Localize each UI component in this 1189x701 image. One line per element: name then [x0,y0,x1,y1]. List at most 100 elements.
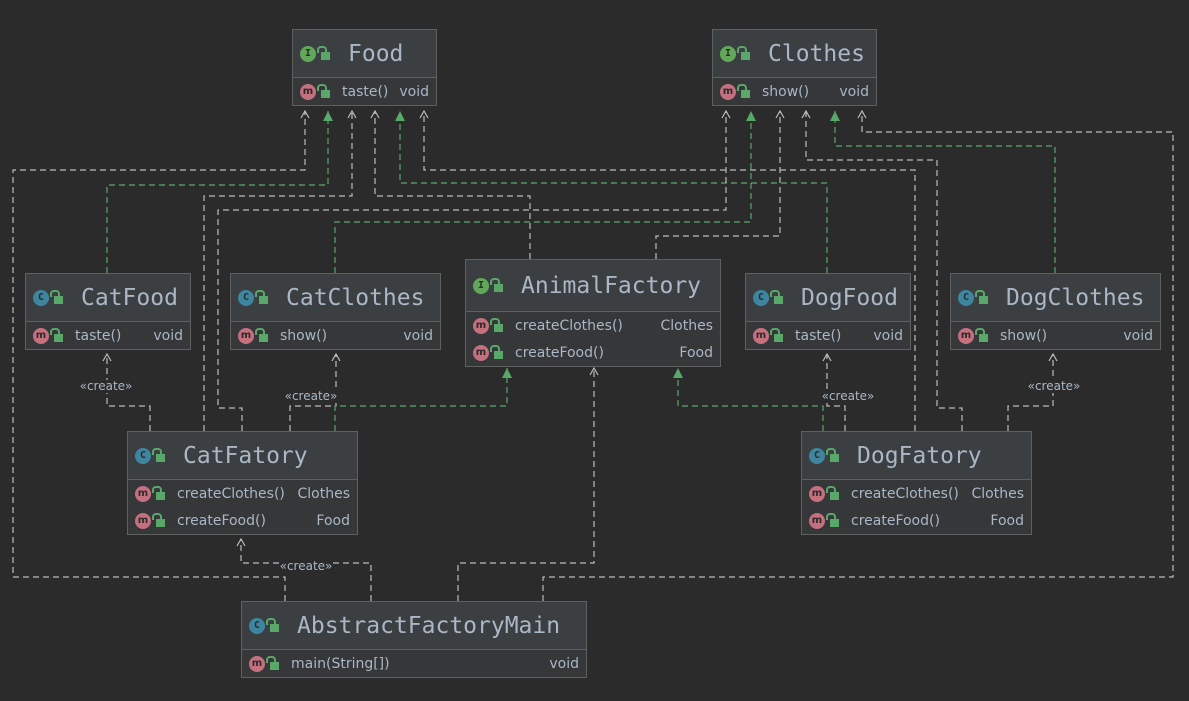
public-lock-icon [266,617,279,632]
method-name: show() [762,83,810,100]
class-catfatory[interactable]: C CatFatory m createClothes() Clothes m create… [127,431,358,535]
class-header[interactable]: C CatFood [26,274,190,322]
class-catfood[interactable]: C CatFood m taste() void [25,273,191,350]
class-main[interactable]: C AbstractFactoryMain m main(String[]) void [241,601,587,678]
method-return-type: void [839,83,869,100]
method-name: createClothes() [177,485,285,502]
method-row[interactable]: m taste() void [746,322,910,349]
class-icon: C [958,289,974,306]
method-return-type: void [1123,327,1153,344]
method-name: taste() [795,327,842,344]
class-clothes[interactable]: I Clothes m show() void [712,29,877,106]
public-lock-icon [975,289,988,304]
class-dogfatory[interactable]: C DogFatory m createClothes() Clothes m create… [801,431,1032,535]
class-header[interactable]: C DogClothes [951,274,1160,322]
method-icon: m [249,655,265,672]
public-lock-icon [266,655,279,670]
method-icon: m [33,327,49,344]
edge-label-create: «create» [79,379,133,393]
method-name: createClothes() [851,485,959,502]
method-row[interactable]: m createFood() Food [466,339,720,366]
method-icon: m [809,485,825,502]
method-row[interactable]: m show() void [231,322,440,349]
edge-catfatory-implements-animalfactory [334,368,512,431]
method-row[interactable]: m main(String[]) void [242,650,586,677]
method-icon: m [135,512,151,529]
method-row[interactable]: m taste() void [293,78,436,105]
interface-icon: I [473,277,489,294]
public-lock-icon [826,512,839,527]
method-name: createFood() [177,512,266,529]
class-catclothes[interactable]: C CatClothes m show() void [230,273,441,350]
class-name: AnimalFactory [521,272,702,299]
method-row[interactable]: m show() void [951,322,1160,349]
method-row[interactable]: m createFood() Food [128,507,357,534]
method-icon: m [753,327,769,344]
public-lock-icon [770,289,783,304]
class-name: DogFatory [857,442,982,469]
class-name: Clothes [768,40,865,67]
class-icon: C [238,289,254,306]
public-lock-icon [152,485,165,500]
method-row[interactable]: m show() void [713,78,876,105]
edge-dogfood-implements-food [395,111,828,273]
method-row[interactable]: m taste() void [26,322,190,349]
edge-label-create: «create» [1027,379,1081,393]
class-name: CatFatory [183,442,308,469]
edge-label-create: «create» [279,559,333,573]
class-header[interactable]: I Food [293,30,436,78]
class-name: AbstractFactoryMain [297,612,561,639]
public-lock-icon [152,512,165,527]
edge-dogclothes-implements-clothes [830,111,1056,273]
method-icon: m [300,83,316,100]
method-row[interactable]: m createClothes() Clothes [128,480,357,507]
method-name: main(String[]) [291,655,390,672]
public-lock-icon [490,277,503,292]
method-name: show() [1000,327,1048,344]
class-header[interactable]: C CatFatory [128,432,357,480]
class-dogclothes[interactable]: C DogClothes m show() void [950,273,1161,350]
method-return-type: Food [990,512,1024,529]
interface-icon: I [720,45,736,62]
method-name: taste() [75,327,122,344]
public-lock-icon [975,327,988,342]
interface-icon: I [300,45,316,62]
public-lock-icon [737,45,750,60]
class-header[interactable]: C CatClothes [231,274,440,322]
public-lock-icon [490,344,503,359]
method-icon: m [473,317,489,334]
method-row[interactable]: m createClothes() Clothes [466,312,720,339]
class-header[interactable]: C AbstractFactoryMain [242,602,586,650]
method-return-type: Food [679,344,713,361]
edge-animalfactory-clothes [655,111,780,259]
class-name: Food [348,40,404,67]
edge-animalfactory-food [375,111,531,259]
class-food[interactable]: I Food m taste() void [292,29,437,106]
method-row[interactable]: m createFood() Food [802,507,1031,534]
class-dogfood[interactable]: C DogFood m taste() void [745,273,911,350]
edge-main-animalfactory [457,368,594,601]
public-lock-icon [317,83,330,98]
class-header[interactable]: I Clothes [713,30,876,78]
public-lock-icon [50,289,63,304]
class-header[interactable]: I AnimalFactory [466,260,720,312]
class-icon: C [249,617,265,634]
method-row[interactable]: m createClothes() Clothes [802,480,1031,507]
class-header[interactable]: C DogFatory [802,432,1031,480]
class-animalfactory[interactable]: I AnimalFactory m createClothes() Clothes m cr… [465,259,721,367]
edge-label-create: «create» [284,389,338,403]
class-icon: C [753,289,769,306]
class-header[interactable]: C DogFood [746,274,910,322]
class-name: DogFood [801,284,898,311]
method-return-type: Clothes [971,485,1025,502]
public-lock-icon [490,317,503,332]
method-name: createFood() [515,344,604,361]
edge-catfatory-food [203,111,352,431]
method-name: show() [280,327,328,344]
public-lock-icon [737,83,750,98]
method-return-type: Food [316,512,350,529]
public-lock-icon [50,327,63,342]
class-name: DogClothes [1006,284,1145,311]
class-icon: C [33,289,49,306]
public-lock-icon [770,327,783,342]
